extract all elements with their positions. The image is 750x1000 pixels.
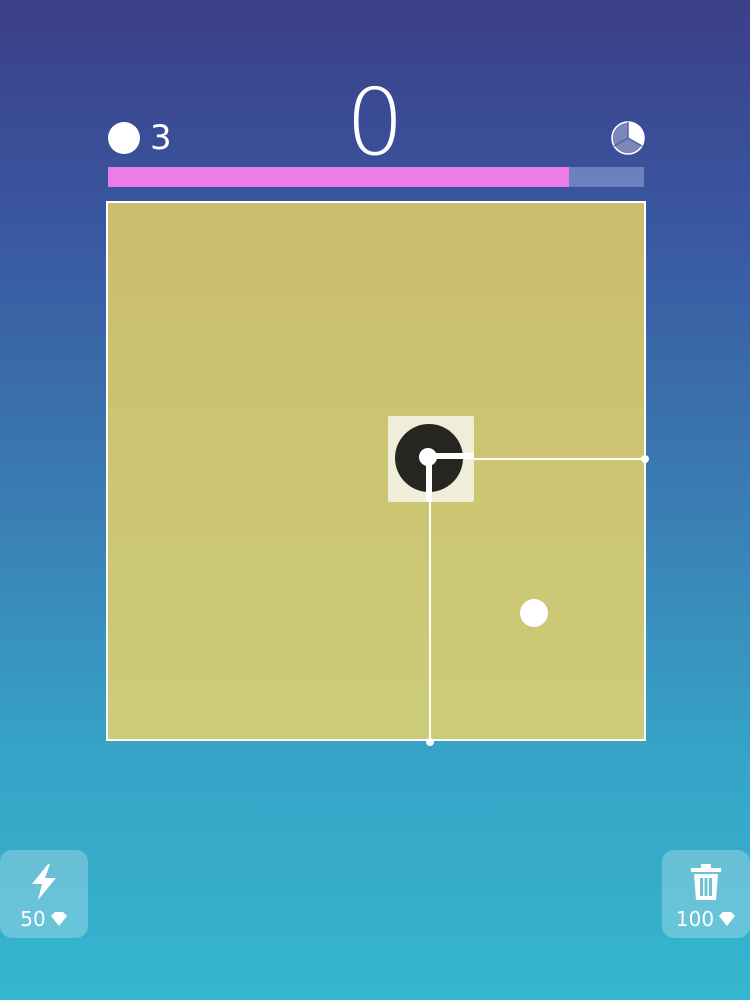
trash-powerup-button[interactable]: 100 bbox=[662, 850, 750, 938]
bouncing-ball bbox=[520, 599, 548, 627]
cut-line-endpoint-right bbox=[641, 455, 649, 463]
gem-icon bbox=[719, 912, 736, 926]
trash-icon bbox=[691, 864, 721, 900]
cutter-center bbox=[419, 448, 437, 466]
lightning-powerup-button[interactable]: 50 bbox=[0, 850, 88, 938]
gem-icon bbox=[50, 912, 67, 926]
pie-timer-icon bbox=[611, 121, 645, 155]
progress-bar bbox=[108, 167, 644, 187]
progress-fill bbox=[108, 167, 569, 187]
game-board[interactable] bbox=[106, 201, 649, 746]
cut-line-endpoint-bottom bbox=[426, 738, 434, 746]
trash-cost: 100 bbox=[676, 908, 736, 930]
lightning-cost-value: 50 bbox=[20, 907, 46, 931]
lightning-icon bbox=[32, 864, 56, 900]
lightning-cost: 50 bbox=[20, 908, 67, 930]
trash-cost-value: 100 bbox=[675, 907, 715, 931]
cutter-piece[interactable] bbox=[388, 416, 474, 502]
